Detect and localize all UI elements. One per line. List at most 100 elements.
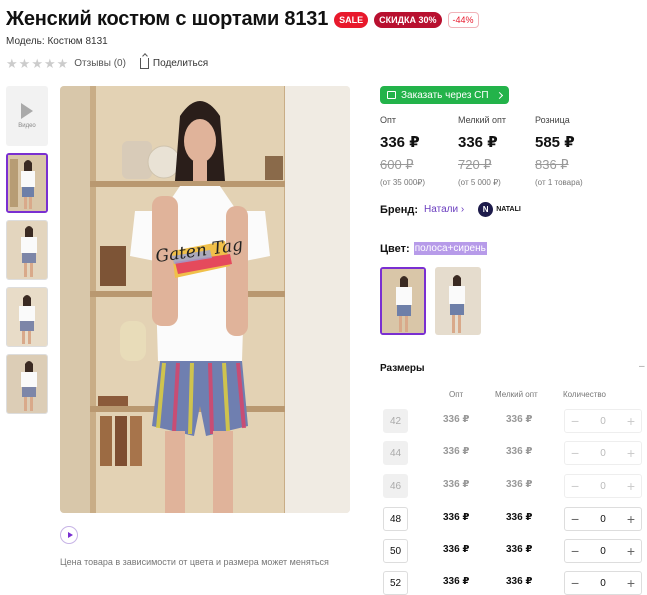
price-old: 836 ₽ bbox=[535, 157, 569, 172]
plus-icon: + bbox=[626, 413, 635, 429]
size-label: 46 bbox=[383, 474, 408, 498]
brand-logo[interactable]: N NATALI bbox=[478, 202, 521, 217]
minus-icon[interactable]: − bbox=[571, 543, 579, 559]
column-header-opt: Опт bbox=[449, 390, 464, 399]
plus-icon[interactable]: + bbox=[627, 543, 635, 559]
quantity-stepper: − 0 + bbox=[564, 474, 642, 498]
product-title: Женский костюм с шортами 8131 bbox=[6, 8, 329, 30]
size-row: 44 336 ₽ 336 ₽ − 0 + bbox=[383, 441, 647, 465]
order-via-sp-button[interactable]: Заказать через СП bbox=[380, 86, 509, 104]
price-label: Мелкий опт bbox=[458, 115, 507, 125]
size-price-small-opt: 336 ₽ bbox=[506, 479, 533, 490]
color-swatch-selected[interactable] bbox=[380, 267, 426, 335]
column-header-quantity: Количество bbox=[563, 390, 606, 399]
sale-badge: SALE bbox=[334, 11, 369, 28]
quantity-value[interactable]: 0 bbox=[600, 578, 606, 589]
sizes-title: Размеры bbox=[380, 363, 425, 374]
quantity-stepper: − 0 + bbox=[564, 539, 642, 563]
quantity-stepper: − 0 + bbox=[564, 441, 642, 465]
size-price-small-opt: 336 ₽ bbox=[506, 446, 533, 457]
price-opt: Опт 336 ₽ 600 ₽ (от 35 000₽) bbox=[380, 115, 425, 187]
size-price-opt: 336 ₽ bbox=[443, 576, 470, 587]
video-label: Видео bbox=[18, 123, 36, 129]
brand-link[interactable]: Натали › bbox=[424, 204, 464, 215]
thumbnail-2[interactable] bbox=[6, 220, 48, 280]
price-old: 600 ₽ bbox=[380, 157, 414, 172]
price-note: Цена товара в зависимости от цвета и раз… bbox=[60, 557, 329, 567]
size-row: 48 336 ₽ 336 ₽ − 0 + bbox=[383, 507, 647, 531]
brand-row: Бренд: Натали › N NATALI bbox=[380, 202, 521, 217]
reviews-link[interactable]: Отзывы (0) bbox=[74, 58, 126, 69]
color-swatch[interactable] bbox=[435, 267, 481, 335]
title-row: Женский костюм с шортами 8131 SALE СКИДК… bbox=[6, 8, 479, 31]
quantity-stepper: − 0 + bbox=[564, 571, 642, 595]
size-price-small-opt: 336 ₽ bbox=[506, 414, 533, 425]
quantity-value[interactable]: 0 bbox=[600, 546, 606, 557]
size-row: 46 336 ₽ 336 ₽ − 0 + bbox=[383, 474, 647, 498]
size-price-opt: 336 ₽ bbox=[443, 544, 470, 555]
play-icon bbox=[21, 103, 33, 119]
size-label: 44 bbox=[383, 441, 408, 465]
size-price-small-opt: 336 ₽ bbox=[506, 576, 533, 587]
color-row: Цвет: полоса+сирень bbox=[380, 242, 487, 255]
swatch-image bbox=[382, 269, 424, 333]
sizes-toggle[interactable]: – bbox=[639, 361, 645, 372]
plus-icon[interactable]: + bbox=[627, 575, 635, 591]
thumbnail-strip: Видео bbox=[6, 86, 48, 421]
quantity-value: 0 bbox=[600, 480, 606, 492]
rating-row: ★ ★ ★ ★ ★ Отзывы (0) Поделиться bbox=[6, 57, 208, 70]
price-note-min: (от 35 000₽) bbox=[380, 178, 426, 187]
model-text: Модель: Костюм 8131 bbox=[6, 36, 108, 47]
brand-label: Бренд: bbox=[380, 203, 419, 216]
price-value: 336 ₽ bbox=[458, 134, 498, 151]
share-label: Поделиться bbox=[152, 58, 209, 69]
thumbnail-image bbox=[7, 355, 47, 413]
price-label: Опт bbox=[380, 115, 396, 125]
star-icon: ★ bbox=[56, 56, 69, 71]
price-label: Розница bbox=[535, 115, 570, 125]
thumbnail-1[interactable] bbox=[6, 153, 48, 213]
size-label: 52 bbox=[383, 571, 408, 595]
minus-icon[interactable]: − bbox=[571, 575, 579, 591]
plus-icon[interactable]: + bbox=[627, 511, 635, 527]
video-play-button[interactable] bbox=[60, 526, 78, 544]
star-icon: ★ bbox=[6, 56, 18, 71]
size-label: 48 bbox=[383, 507, 408, 531]
quantity-stepper: − 0 + bbox=[564, 409, 642, 433]
thumbnail-image bbox=[7, 221, 47, 279]
discount-badge: СКИДКА 30% bbox=[374, 11, 442, 28]
thumbnail-3[interactable] bbox=[6, 287, 48, 347]
price-note-min: (от 1 товара) bbox=[535, 178, 583, 187]
color-label: Цвет: bbox=[380, 242, 410, 255]
percent-badge: -44% bbox=[447, 11, 479, 28]
minus-icon: − bbox=[571, 478, 580, 494]
order-button-label: Заказать через СП bbox=[401, 89, 489, 101]
color-value: полоса+сирень bbox=[413, 242, 487, 255]
product-photo: Gaten Tag bbox=[60, 86, 350, 513]
star-icon: ★ bbox=[18, 56, 31, 71]
star-icon: ★ bbox=[31, 56, 43, 71]
thumbnail-4[interactable] bbox=[6, 354, 48, 414]
quantity-value: 0 bbox=[600, 415, 606, 427]
video-thumbnail[interactable]: Видео bbox=[6, 86, 48, 146]
size-row: 50 336 ₽ 336 ₽ − 0 + bbox=[383, 539, 647, 563]
quantity-value[interactable]: 0 bbox=[600, 514, 606, 525]
quantity-stepper: − 0 + bbox=[564, 507, 642, 531]
rating-stars[interactable]: ★ ★ ★ ★ ★ bbox=[6, 57, 68, 70]
price-note-min: (от 5 000 ₽) bbox=[458, 178, 501, 187]
size-label: 42 bbox=[383, 409, 408, 433]
price-old: 720 ₽ bbox=[458, 157, 492, 172]
swatch-image bbox=[435, 267, 481, 335]
size-row: 52 336 ₽ 336 ₽ − 0 + bbox=[383, 571, 647, 595]
price-retail: Розница 585 ₽ 836 ₽ (от 1 товара) bbox=[535, 115, 583, 187]
price-small-opt: Мелкий опт 336 ₽ 720 ₽ (от 5 000 ₽) bbox=[458, 115, 506, 187]
thumbnail-image bbox=[8, 155, 46, 211]
quantity-value: 0 bbox=[600, 447, 606, 459]
plus-icon: + bbox=[626, 445, 635, 461]
minus-icon[interactable]: − bbox=[571, 511, 579, 527]
thumbnail-image bbox=[7, 288, 47, 346]
share-button[interactable]: Поделиться bbox=[139, 58, 209, 69]
main-product-image[interactable]: Gaten Tag bbox=[60, 86, 350, 513]
minus-icon: − bbox=[571, 445, 580, 461]
size-row: 42 336 ₽ 336 ₽ − 0 + bbox=[383, 409, 647, 433]
